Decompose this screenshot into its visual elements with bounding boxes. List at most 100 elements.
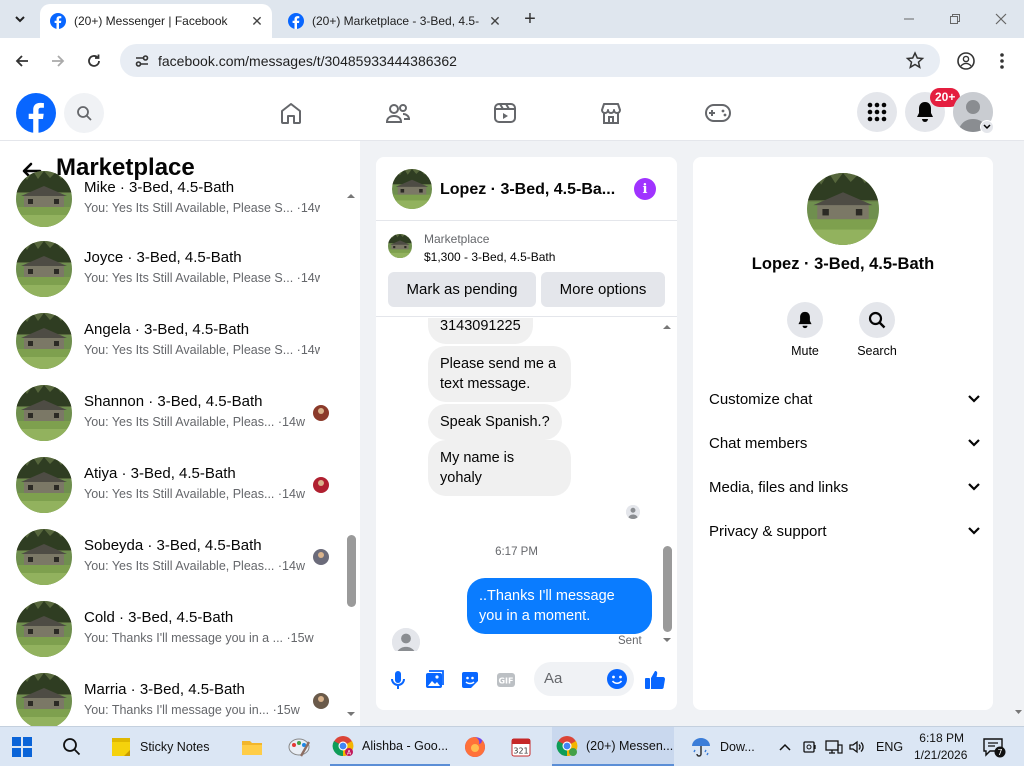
scroll-down-icon[interactable] xyxy=(345,709,357,719)
umbrella-icon xyxy=(692,738,710,757)
conversation-item[interactable]: Joyce · 3-Bed, 4.5-Bath You: Yes Its Stil… xyxy=(16,241,336,299)
conversation-thumbnail xyxy=(16,241,72,297)
taskbar-sticky-notes[interactable]: Sticky Notes xyxy=(108,727,226,766)
conversation-item[interactable]: Atiya · 3-Bed, 4.5-Bath You: Yes Its Stil… xyxy=(16,457,336,515)
nav-friends[interactable] xyxy=(381,96,415,130)
tab-search-button[interactable] xyxy=(8,7,32,31)
new-tab-button[interactable]: + xyxy=(518,8,542,30)
details-avatar[interactable] xyxy=(807,173,879,245)
house-photo xyxy=(16,457,72,513)
forward-button[interactable] xyxy=(44,47,72,75)
left-scrollbar[interactable] xyxy=(345,191,357,721)
conversation-preview: You: Yes Its Still Available, Please S..… xyxy=(84,343,320,357)
tray-network-icon[interactable] xyxy=(825,727,843,766)
conversation-item[interactable]: Sobeyda · 3-Bed, 4.5-Bath You: Yes Its St… xyxy=(16,529,336,587)
section-privacy-support[interactable]: Privacy & support xyxy=(709,511,981,551)
like-thumb-icon[interactable] xyxy=(643,668,667,692)
left-scrollbar-thumb[interactable] xyxy=(347,535,356,607)
scroll-down-icon[interactable] xyxy=(1013,707,1024,717)
sticker-icon[interactable] xyxy=(458,668,482,692)
tab-marketplace[interactable]: (20+) Marketplace - 3-Bed, 4.5- ✕ xyxy=(278,4,510,38)
conversation-item[interactable]: Marria · 3-Bed, 4.5-Bath You: Thanks I'll… xyxy=(16,673,336,726)
nav-home[interactable] xyxy=(274,96,308,130)
svg-text:GIF: GIF xyxy=(498,677,513,686)
emoji-icon[interactable] xyxy=(606,668,628,690)
marketplace-chats-panel: Marketplace Mike · 3-Bed, 4.5-Bath You: Y… xyxy=(0,141,360,726)
tab-close-icon[interactable]: ✕ xyxy=(484,10,506,32)
info-icon[interactable]: i xyxy=(634,178,656,200)
site-settings-icon[interactable] xyxy=(132,51,152,71)
listing-price[interactable]: $1,300 - 3-Bed, 4.5-Bath xyxy=(424,250,555,264)
start-button[interactable] xyxy=(12,727,32,766)
browser-menu-button[interactable] xyxy=(988,47,1016,75)
url-text[interactable]: facebook.com/messages/t/3048593344438636… xyxy=(158,53,902,69)
taskbar-search-button[interactable] xyxy=(62,727,82,766)
taskbar-chrome-messenger[interactable]: (20+) Messen... xyxy=(552,727,674,766)
conversation-name: Sobeyda · 3-Bed, 4.5-Bath xyxy=(84,537,262,554)
conversation-item[interactable]: Angela · 3-Bed, 4.5-Bath You: Yes Its Sti… xyxy=(16,313,336,371)
tray-overflow-button[interactable] xyxy=(778,727,792,766)
taskbar-file-explorer[interactable] xyxy=(241,727,263,766)
svg-text:321: 321 xyxy=(513,747,528,756)
message-input[interactable]: Aa xyxy=(534,662,634,696)
conversation-item[interactable]: Shannon · 3-Bed, 4.5-Bath You: Yes Its St… xyxy=(16,385,336,443)
taskbar-firefox[interactable] xyxy=(463,727,487,766)
more-options-button[interactable]: More options xyxy=(541,272,665,307)
listing-thumbnail[interactable] xyxy=(388,234,412,258)
tab-close-icon[interactable]: ✕ xyxy=(246,10,268,32)
taskbar-clock[interactable]: 6:18 PM 1/21/2026 xyxy=(914,730,967,764)
scroll-up-icon[interactable] xyxy=(661,322,673,332)
chat-title[interactable]: Lopez · 3-Bed, 4.5-Ba... xyxy=(440,181,615,199)
gif-icon[interactable]: GIF xyxy=(494,668,518,692)
section-media-files-links[interactable]: Media, files and links xyxy=(709,467,981,507)
paint-palette-icon xyxy=(288,738,311,757)
sender-avatar[interactable] xyxy=(392,628,420,651)
nav-video[interactable] xyxy=(488,96,522,130)
page-scrollbar[interactable] xyxy=(1013,141,1024,726)
nav-gaming[interactable] xyxy=(701,96,735,130)
scroll-up-icon[interactable] xyxy=(345,191,357,201)
grid-menu-icon xyxy=(867,102,887,122)
conversation-preview: You: Yes Its Still Available, Please S..… xyxy=(84,201,320,215)
facebook-search-button[interactable] xyxy=(64,93,104,133)
chat-avatar[interactable] xyxy=(392,169,432,209)
scroll-down-icon[interactable] xyxy=(661,635,673,645)
conversation-name: Angela · 3-Bed, 4.5-Bath xyxy=(84,321,250,338)
notification-center-button[interactable]: 7 xyxy=(982,727,1006,766)
mute-action[interactable]: Mute xyxy=(775,302,835,358)
taskbar-paint[interactable] xyxy=(287,727,311,766)
search-action[interactable]: Search xyxy=(847,302,907,358)
message-list: 3143091225 Please send me a text message… xyxy=(376,318,677,651)
tab-messenger[interactable]: (20+) Messenger | Facebook ✕ xyxy=(40,4,272,38)
tray-device-icon[interactable] xyxy=(802,727,818,766)
menu-button[interactable] xyxy=(857,92,897,132)
restore-button[interactable] xyxy=(932,6,978,32)
chevron-down-icon xyxy=(968,483,980,491)
conversation-item[interactable]: Cold · 3-Bed, 4.5-Bath You: Thanks I'll m… xyxy=(16,601,336,659)
photo-icon[interactable] xyxy=(422,668,446,692)
reload-button[interactable] xyxy=(80,47,108,75)
nav-marketplace[interactable] xyxy=(594,96,628,130)
profile-button[interactable] xyxy=(952,47,980,75)
section-customize-chat[interactable]: Customize chat xyxy=(709,379,981,419)
address-bar[interactable]: facebook.com/messages/t/3048593344438636… xyxy=(120,44,940,77)
microphone-icon[interactable] xyxy=(386,668,410,692)
taskbar-chrome-alishba[interactable]: A Alishba - Goo... xyxy=(330,727,450,766)
account-chevron-icon[interactable] xyxy=(980,120,994,134)
back-button[interactable] xyxy=(8,47,36,75)
minimize-button[interactable] xyxy=(886,6,932,32)
chat-scrollbar-thumb[interactable] xyxy=(663,546,672,632)
tray-language[interactable]: ENG xyxy=(876,727,903,766)
facebook-logo-icon[interactable] xyxy=(16,93,56,133)
taskbar-weather[interactable]: Dow... xyxy=(690,727,755,766)
close-window-button[interactable] xyxy=(978,6,1024,32)
section-chat-members[interactable]: Chat members xyxy=(709,423,981,463)
preview-text: You: Thanks I'll message you in a ... xyxy=(84,631,284,645)
conversation-item[interactable]: Mike · 3-Bed, 4.5-Bath You: Yes Its Still… xyxy=(16,171,336,229)
sent-status: Sent xyxy=(618,635,642,647)
taskbar-calendar-app[interactable]: 321 xyxy=(509,727,533,766)
bookmark-star-icon[interactable] xyxy=(902,48,928,74)
mark-as-pending-button[interactable]: Mark as pending xyxy=(388,272,536,307)
chevron-down-icon xyxy=(983,124,991,130)
tray-volume-icon[interactable] xyxy=(848,727,866,766)
